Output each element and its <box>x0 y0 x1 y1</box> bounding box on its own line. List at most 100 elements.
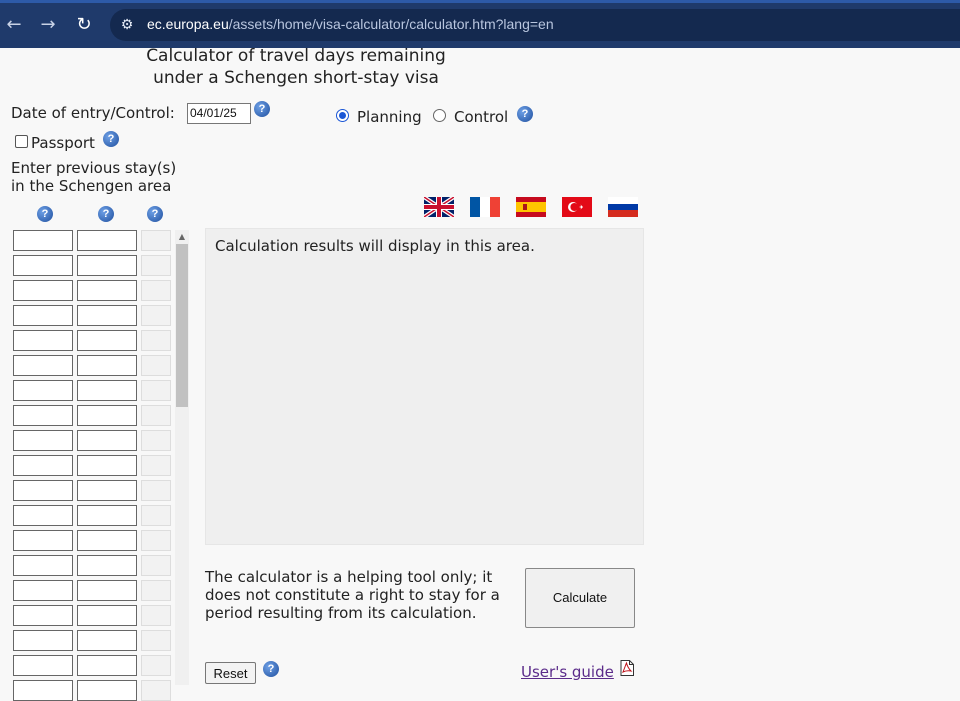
stay-exit-date-input[interactable] <box>77 255 137 276</box>
address-bar[interactable]: ⚙ ec.europa.eu/assets/home/visa-calculat… <box>110 9 960 41</box>
passport-help-icon[interactable]: ? <box>103 131 119 147</box>
stay-exit-date-input[interactable] <box>77 505 137 526</box>
stay-exit-date-input[interactable] <box>77 455 137 476</box>
days-help-icon[interactable]: ? <box>147 206 163 222</box>
exit-date-help-icon[interactable]: ? <box>98 206 114 222</box>
stay-entry-date-input[interactable] <box>13 280 73 301</box>
stay-days-output <box>141 230 171 251</box>
url-path: /assets/home/visa-calculator/calculator.… <box>228 16 554 32</box>
stay-days-output <box>141 255 171 276</box>
stays-scrollbar[interactable]: ▲ <box>175 230 189 685</box>
passport-label[interactable]: Passport <box>31 134 95 152</box>
stay-entry-date-input[interactable] <box>13 305 73 326</box>
stay-exit-date-input[interactable] <box>77 430 137 451</box>
stay-exit-date-input[interactable] <box>77 530 137 551</box>
stay-days-output <box>141 405 171 426</box>
turkey-flag-icon[interactable] <box>562 197 592 217</box>
uk-flag-icon[interactable] <box>424 197 454 217</box>
stay-exit-date-input[interactable] <box>77 580 137 601</box>
stay-days-output <box>141 280 171 301</box>
reload-icon[interactable]: ↻ <box>72 13 96 37</box>
stay-days-output <box>141 580 171 601</box>
stay-entry-date-input[interactable] <box>13 255 73 276</box>
russia-flag-icon[interactable] <box>608 197 638 217</box>
previous-stays-label: Enter previous stay(s) in the Schengen a… <box>11 159 176 195</box>
forward-icon[interactable]: → <box>36 13 60 37</box>
reset-help-icon[interactable]: ? <box>263 661 279 677</box>
url-host: ec.europa.eu <box>147 16 229 32</box>
france-flag-icon[interactable] <box>470 197 500 217</box>
scroll-thumb[interactable] <box>176 244 188 407</box>
stay-entry-date-input[interactable] <box>13 655 73 676</box>
stay-days-output <box>141 505 171 526</box>
calculate-button[interactable]: Calculate <box>525 568 635 628</box>
stay-entry-date-input[interactable] <box>13 230 73 251</box>
stay-exit-date-input[interactable] <box>77 280 137 301</box>
stay-entry-date-input[interactable] <box>13 430 73 451</box>
stay-exit-date-input[interactable] <box>77 605 137 626</box>
stay-days-output <box>141 455 171 476</box>
stay-days-output <box>141 330 171 351</box>
site-info-icon[interactable]: ⚙ <box>116 15 138 35</box>
stay-exit-date-input[interactable] <box>77 555 137 576</box>
stay-entry-date-input[interactable] <box>13 630 73 651</box>
pdf-icon[interactable] <box>620 660 634 676</box>
url-text[interactable]: ec.europa.eu/assets/home/visa-calculator… <box>147 16 554 32</box>
stay-days-output <box>141 380 171 401</box>
results-area: Calculation results will display in this… <box>205 228 644 545</box>
control-radio[interactable] <box>433 109 446 122</box>
stay-days-output <box>141 555 171 576</box>
stay-entry-date-input[interactable] <box>13 380 73 401</box>
stay-days-output <box>141 680 171 701</box>
stay-entry-date-input[interactable] <box>13 555 73 576</box>
passport-checkbox[interactable] <box>15 135 28 148</box>
stay-exit-date-input[interactable] <box>77 380 137 401</box>
stay-days-output <box>141 655 171 676</box>
results-placeholder: Calculation results will display in this… <box>215 237 535 255</box>
stay-exit-date-input[interactable] <box>77 305 137 326</box>
stay-exit-date-input[interactable] <box>77 330 137 351</box>
disclaimer-text: The calculator is a helping tool only; i… <box>205 568 500 622</box>
page-title: Calculator of travel days remaining unde… <box>116 45 476 89</box>
planning-radio[interactable] <box>336 109 349 122</box>
stay-days-output <box>141 630 171 651</box>
stay-entry-date-input[interactable] <box>13 455 73 476</box>
calculator-page: Calculator of travel days remaining unde… <box>0 45 960 701</box>
scroll-up-arrow-icon[interactable]: ▲ <box>175 230 189 244</box>
stay-entry-date-input[interactable] <box>13 405 73 426</box>
stay-entry-date-input[interactable] <box>13 605 73 626</box>
stay-entry-date-input[interactable] <box>13 355 73 376</box>
stay-entry-date-input[interactable] <box>13 505 73 526</box>
stay-days-output <box>141 530 171 551</box>
browser-toolbar: ← → ↻ ⚙ ec.europa.eu/assets/home/visa-ca… <box>0 0 960 48</box>
stay-exit-date-input[interactable] <box>77 680 137 701</box>
stay-exit-date-input[interactable] <box>77 405 137 426</box>
spain-flag-icon[interactable] <box>516 197 546 217</box>
previous-stays-label-line-1: Enter previous stay(s) <box>11 159 177 177</box>
date-of-entry-input[interactable]: 04/01/25 <box>187 103 251 124</box>
stay-exit-date-input[interactable] <box>77 230 137 251</box>
page-title-line-1: Calculator of travel days remaining <box>146 46 446 66</box>
stay-days-output <box>141 605 171 626</box>
stay-entry-date-input[interactable] <box>13 580 73 601</box>
mode-help-icon[interactable]: ? <box>517 106 533 122</box>
page-title-line-2: under a Schengen short-stay visa <box>153 68 439 88</box>
stay-exit-date-input[interactable] <box>77 655 137 676</box>
stay-exit-date-input[interactable] <box>77 630 137 651</box>
stay-days-output <box>141 355 171 376</box>
entry-date-help-icon[interactable]: ? <box>37 206 53 222</box>
reset-button[interactable]: Reset <box>205 662 256 684</box>
stay-entry-date-input[interactable] <box>13 330 73 351</box>
control-label[interactable]: Control <box>454 108 508 126</box>
stay-entry-date-input[interactable] <box>13 680 73 701</box>
stay-exit-date-input[interactable] <box>77 480 137 501</box>
previous-stays-label-line-2: in the Schengen area <box>11 177 172 195</box>
stay-exit-date-input[interactable] <box>77 355 137 376</box>
stay-entry-date-input[interactable] <box>13 530 73 551</box>
date-help-icon[interactable]: ? <box>254 101 270 117</box>
users-guide-link[interactable]: User's guide <box>521 663 614 681</box>
stay-days-output <box>141 430 171 451</box>
planning-label[interactable]: Planning <box>357 108 422 126</box>
stay-entry-date-input[interactable] <box>13 480 73 501</box>
back-icon[interactable]: ← <box>2 13 26 37</box>
